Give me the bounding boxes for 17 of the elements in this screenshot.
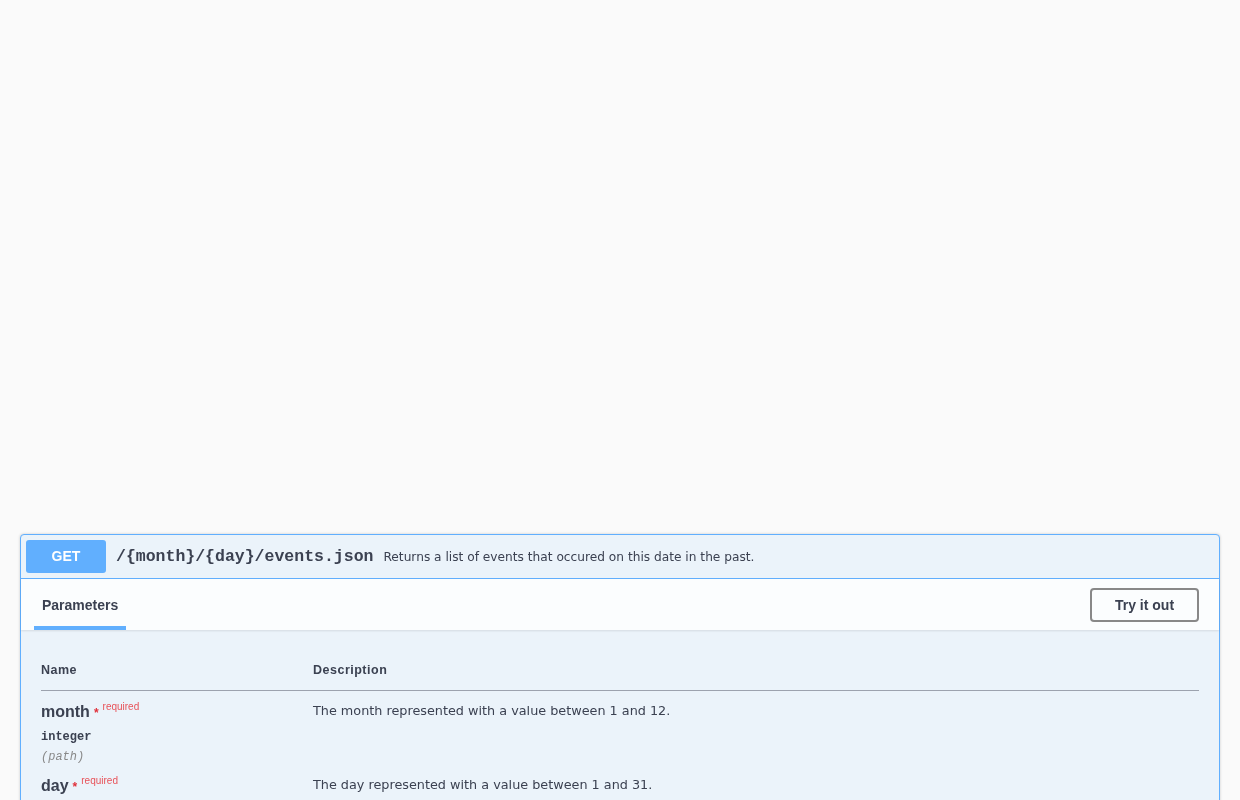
parameters-tab[interactable]: Parameters [34,579,127,630]
required-asterisk: * [93,707,99,719]
column-header: Description [313,662,388,678]
parameter-type: integer [41,729,92,745]
operation-description: Returns a list of events that occured on this date in the past. [383,549,755,564]
parameter-location: (path) [41,749,85,765]
endpoint-path: /{month}/{day}/events.json [116,547,374,566]
parameter-description: The day represented with a value between 1 and 31. [313,776,653,794]
http-method-badge: GET [26,540,106,573]
parameter-name: month [41,703,90,721]
required-label: required [102,701,140,713]
required-asterisk: * [72,781,78,793]
parameter-description: The month represented with a value between 1 and 12. [313,702,671,720]
required-label: required [81,775,118,787]
try-it-out-button[interactable]: Try it out [1090,587,1199,622]
column-header: Name [41,662,78,678]
parameter-name: day [41,777,69,795]
